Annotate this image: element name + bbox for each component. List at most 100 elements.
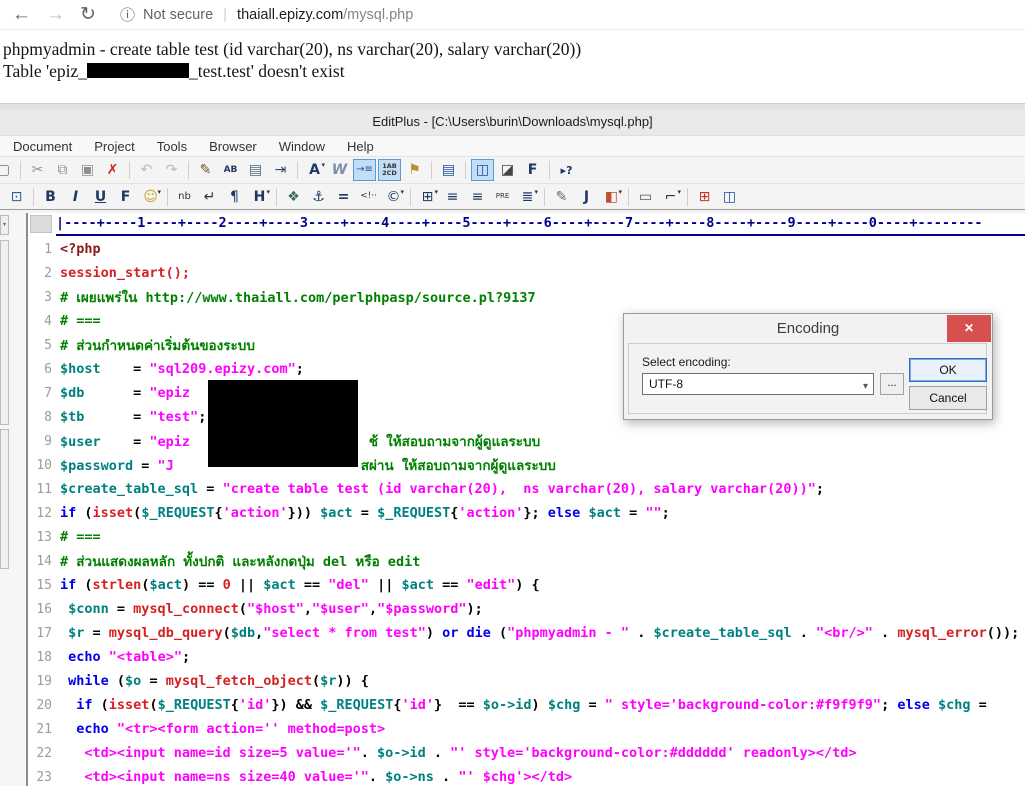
objects-icon[interactable]: ◧ ▾: [600, 186, 623, 208]
forward-icon[interactable]: →: [46, 4, 80, 26]
line-number: 12: [36, 505, 52, 521]
toolbar-separator: [544, 187, 545, 206]
vertical-scrollbar-upper[interactable]: [0, 240, 9, 425]
toolbar-row-2: ⊡ B I U F ☺ ▾ nb ↵ ¶ H ▾ ❖ ⚓ = <!·· © ▾ ⊞ ▾ ≡ ≡ PRE ≣ ▾ ✎ J ◧ ▾ ▭ ⌐ ▾ ⊞ ◫: [0, 183, 1025, 210]
table-icon[interactable]: ⊞ ▾: [416, 186, 439, 208]
close-icon[interactable]: ✕: [947, 315, 991, 342]
nbsp-icon[interactable]: nb: [173, 186, 196, 208]
font-icon[interactable]: A ▾: [303, 159, 326, 181]
back-icon[interactable]: ←: [12, 4, 46, 26]
image-icon[interactable]: ❖: [282, 186, 305, 208]
cut-icon[interactable]: ✂: [26, 159, 49, 181]
heading-icon[interactable]: H ▾: [248, 186, 271, 208]
indent-list-icon[interactable]: ⇥: [269, 159, 292, 181]
output-panel-icon[interactable]: ◪: [496, 159, 519, 181]
bold-icon[interactable]: B: [39, 186, 62, 208]
info-icon[interactable]: ⓘ: [120, 4, 135, 25]
italic-icon[interactable]: I: [64, 186, 87, 208]
cancel-button[interactable]: Cancel: [909, 386, 987, 410]
editor-pane: |----+----1----+----2----+----3----+----…: [26, 213, 1025, 786]
encoding-select[interactable]: UTF-8 ▾: [642, 373, 874, 395]
not-secure-label: Not secure: [143, 6, 214, 23]
chevron-down-icon: ▾: [862, 381, 868, 392]
dialog-group-box: Select encoding: UTF-8 ▾ ... OK Cancel: [628, 343, 987, 414]
close-tag-icon[interactable]: ⌐ ▾: [659, 186, 682, 208]
word-wrap-icon[interactable]: →≡: [353, 159, 376, 181]
page-line-2: Table 'epiz_ _test.test' doesn't exist: [3, 61, 345, 81]
code-line: 21 echo "<tr><form action='' method=post…: [28, 717, 1025, 741]
browser-colors-icon[interactable]: ⊞: [693, 186, 716, 208]
underline-icon[interactable]: U: [89, 186, 112, 208]
browser-preview-icon[interactable]: ⊡: [5, 186, 28, 208]
window-title: EditPlus - [C:\Users\burin\Downloads\mys…: [0, 109, 1025, 135]
toolbar-separator: [33, 187, 34, 206]
address-bar[interactable]: ⓘ Not secure | thaiall.epizy.com/mysql.p…: [120, 4, 413, 25]
context-help-icon[interactable]: ▸?: [555, 159, 578, 181]
comment-icon[interactable]: <!··: [357, 186, 380, 208]
line-number: 8: [44, 409, 52, 425]
code-line: 14 # ส่วนแสดงผลหลัก ทั้งปกติ และหลังกดปุ่…: [28, 549, 1025, 573]
line-number-icon[interactable]: 1AB 2CD: [378, 159, 401, 181]
undo-icon[interactable]: ↶: [135, 159, 158, 181]
align-right-icon[interactable]: ≡: [466, 186, 489, 208]
toolbar-separator: [188, 161, 189, 179]
align-center-icon[interactable]: ≡: [441, 186, 464, 208]
menu-project[interactable]: Project: [83, 136, 145, 157]
paragraph-icon[interactable]: ¶: [223, 186, 246, 208]
watermark-icon[interactable]: W: [328, 159, 351, 181]
code-line: 2 session_start();: [28, 261, 1025, 285]
ruler-corner: [30, 215, 52, 233]
code-line: 1 <?php: [28, 237, 1025, 261]
paste-icon[interactable]: ▣: [76, 159, 99, 181]
url-path: /mysql.php: [343, 6, 414, 23]
reload-icon[interactable]: ↻: [80, 3, 114, 26]
line-number: 15: [36, 577, 52, 593]
line-number: 23: [36, 769, 52, 785]
line-number: 22: [36, 745, 52, 761]
line-break-icon[interactable]: ↵: [198, 186, 221, 208]
toolbar-separator: [628, 187, 629, 206]
menu-browser[interactable]: Browser: [198, 136, 268, 157]
line-number: 21: [36, 721, 52, 737]
anchor-icon[interactable]: ⚓: [307, 186, 330, 208]
line-number: 17: [36, 625, 52, 641]
smiley-icon[interactable]: ☺ ▾: [139, 186, 162, 208]
copyright-icon[interactable]: © ▾: [382, 186, 405, 208]
sort-icon[interactable]: AB: [219, 159, 242, 181]
ok-button[interactable]: OK: [909, 358, 987, 382]
template-icon[interactable]: ⚑: [403, 159, 426, 181]
menu-help[interactable]: Help: [336, 136, 385, 157]
line-number: 3: [44, 289, 52, 305]
list-icon[interactable]: ≣ ▾: [516, 186, 539, 208]
ruler-row: |----+----1----+----2----+----3----+----…: [28, 213, 1025, 236]
line-number: 11: [36, 481, 52, 497]
pre-icon[interactable]: PRE: [491, 186, 514, 208]
splitter-button[interactable]: ▾: [0, 215, 9, 235]
copy-icon[interactable]: ⧉: [51, 159, 74, 181]
sidebar-panel-icon[interactable]: ◫: [471, 159, 494, 181]
function-list-icon[interactable]: F: [521, 159, 544, 181]
javascript-icon[interactable]: J: [575, 186, 598, 208]
line-number: 2: [44, 265, 52, 281]
browse-button[interactable]: ...: [880, 373, 904, 395]
redo-icon[interactable]: ↷: [160, 159, 183, 181]
delete-icon[interactable]: ✗: [101, 159, 124, 181]
vertical-scrollbar-lower[interactable]: [0, 429, 9, 569]
find-highlight-icon[interactable]: ✎: [194, 159, 217, 181]
redaction-box: [87, 63, 190, 78]
horizontal-rule-icon[interactable]: =: [332, 186, 355, 208]
open-tag-icon[interactable]: ▭: [634, 186, 657, 208]
menu-window[interactable]: Window: [268, 136, 336, 157]
menu-tools[interactable]: Tools: [146, 136, 198, 157]
document-list-icon[interactable]: ▤: [437, 159, 460, 181]
menu-document[interactable]: Document: [2, 136, 83, 157]
new-document-icon[interactable]: ▢: [0, 159, 15, 181]
line-number: 13: [36, 529, 52, 545]
frameset-icon[interactable]: ◫: [718, 186, 741, 208]
script-icon[interactable]: ✎: [550, 186, 573, 208]
copy-lines-icon[interactable]: ▤: [244, 159, 267, 181]
font-tag-icon[interactable]: F: [114, 186, 137, 208]
toolbar-separator: [276, 187, 277, 206]
code-line: 3 # เผยแพร่ใน http://www.thaiall.com/perl…: [28, 285, 1025, 309]
url-host: thaiall.epizy.com: [237, 6, 344, 23]
